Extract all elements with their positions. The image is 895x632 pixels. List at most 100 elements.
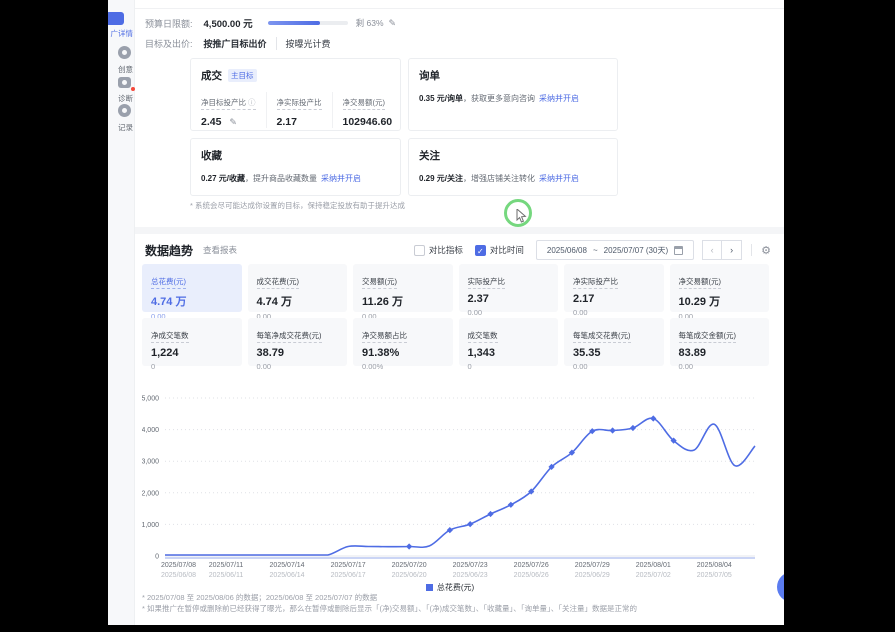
svg-text:2025/07/17: 2025/07/17 xyxy=(331,562,366,569)
metric-tiles: 总花费(元) 4.74 万 0.00 成交花费(元) 4.74 万 0.00 交… xyxy=(142,264,769,366)
metric-value: 2.17 xyxy=(277,116,322,128)
goal-card-deal: 成交 主目标 净目标投产比ⓘ 2.45 ✎ 净实际投产比 2.17 净交易额(元… xyxy=(190,58,401,131)
metric-tile-deal-spend[interactable]: 成交花费(元) 4.74 万 0.00 xyxy=(248,264,348,312)
budget-progress-fill xyxy=(268,21,321,25)
svg-text:2025/06/11: 2025/06/11 xyxy=(209,572,244,579)
metric-label: 净目标投产比ⓘ xyxy=(201,97,256,110)
svg-text:2025/06/23: 2025/06/23 xyxy=(453,572,488,579)
section-separator xyxy=(135,227,784,234)
goal-note: * 系统会尽可能达成你设置的目标，保持稳定投放有助于提升达成 xyxy=(190,200,405,211)
svg-text:2025/06/17: 2025/06/17 xyxy=(331,572,366,579)
legend-label: 总花费(元) xyxy=(437,582,474,593)
metric-tile-gmv[interactable]: 交易额(元) 11.26 万 0.00 xyxy=(353,264,453,312)
sidebar-item-label: 诊断 xyxy=(108,93,135,104)
trend-chart: 0 1,000 2,000 3,000 4,000 5,000 2025/07/08 2025… xyxy=(142,388,772,580)
budget-remaining: 剩 63% xyxy=(356,17,384,29)
edit-roi-icon[interactable]: ✎ xyxy=(229,117,237,127)
goal-card-title: 收藏 xyxy=(201,148,222,163)
info-icon[interactable]: ⓘ xyxy=(248,98,256,107)
controls-divider xyxy=(751,244,752,256)
compare-metric-checkbox[interactable] xyxy=(414,245,425,256)
bid-option-exposure[interactable]: 按曝光计费 xyxy=(276,37,331,50)
goal-metric: 净实际投产比 2.17 xyxy=(277,92,333,128)
view-report-link[interactable]: 查看报表 xyxy=(203,244,237,256)
svg-text:2025/07/05: 2025/07/05 xyxy=(697,572,732,579)
metric-label: 净实际投产比 xyxy=(277,97,322,110)
metric-tile-net-gmv[interactable]: 净交易额(元) 10.29 万 0.00 xyxy=(670,264,770,312)
svg-text:2025/07/26: 2025/07/26 xyxy=(514,562,549,569)
date-separator: ~ xyxy=(593,246,598,255)
svg-text:2025/07/23: 2025/07/23 xyxy=(453,562,488,569)
svg-text:0: 0 xyxy=(155,554,159,561)
metric-tile-net-orders[interactable]: 净成交笔数 1,224 0 xyxy=(142,318,242,366)
goal-card-title: 成交 xyxy=(201,68,222,83)
compare-metric-label: 对比指标 xyxy=(429,244,463,256)
goal-card-favorite: 收藏 0.27 元/收藏，提升商品收藏数量采纳并开启 xyxy=(190,138,401,196)
trend-header: 数据趋势 查看报表 对比指标 ✓ 对比时间 2025/06/08 ~ 2025/… xyxy=(145,240,771,260)
edit-budget-icon[interactable]: ✎ xyxy=(389,18,397,29)
svg-text:1,000: 1,000 xyxy=(142,522,159,529)
notification-dot xyxy=(131,87,135,91)
prev-period-button[interactable]: ‹ xyxy=(702,240,722,260)
chart-footnote-disclaimer: * 如果推广在暂停或删除前已经获得了曝光，那么在暂停或删除后显示「(净)交易额」… xyxy=(142,603,637,614)
date-end: 2025/07/07 (30天) xyxy=(604,245,669,256)
adopt-enable-link[interactable]: 采纳并开启 xyxy=(539,94,579,103)
svg-text:2025/06/14: 2025/06/14 xyxy=(270,572,305,579)
svg-text:5,000: 5,000 xyxy=(142,396,159,403)
next-period-button[interactable]: › xyxy=(722,240,742,260)
date-range-picker[interactable]: 2025/06/08 ~ 2025/07/07 (30天) xyxy=(536,240,694,260)
svg-text:2025/06/08: 2025/06/08 xyxy=(161,572,196,579)
goal-card-title: 关注 xyxy=(419,148,440,163)
metric-tile-net-cost-per-order[interactable]: 每笔净成交花费(元) 38.79 0.00 xyxy=(248,318,348,366)
bidding-row: 目标及出价: 按推广目标出价 按曝光计费 xyxy=(145,37,331,50)
metric-tile-orders[interactable]: 成交笔数 1,343 0 xyxy=(459,318,559,366)
promotion-details-icon xyxy=(108,12,124,25)
main-goal-badge: 主目标 xyxy=(228,69,257,82)
cursor-icon xyxy=(516,209,527,223)
svg-text:2025/07/08: 2025/07/08 xyxy=(161,562,196,569)
diagnosis-icon xyxy=(118,77,131,88)
goal-card-desc: 0.27 元/收藏，提升商品收藏数量采纳并开启 xyxy=(201,173,390,184)
svg-text:2025/07/29: 2025/07/29 xyxy=(575,562,610,569)
svg-text:2025/07/11: 2025/07/11 xyxy=(209,562,244,569)
svg-text:3,000: 3,000 xyxy=(142,459,159,466)
sidebar-item-diagnosis[interactable]: 诊断 xyxy=(108,75,135,104)
metric-tile-cost-per-order[interactable]: 每笔成交花费(元) 35.35 0.00 xyxy=(564,318,664,366)
svg-text:4,000: 4,000 xyxy=(142,427,159,434)
goal-card-desc: 0.35 元/询单，获取更多意向咨询采纳并开启 xyxy=(419,93,607,104)
goal-card-desc: 0.29 元/关注，增强店铺关注转化采纳并开启 xyxy=(419,173,607,184)
sidebar-item-label: 记录 xyxy=(108,122,135,133)
metric-tile-roi[interactable]: 实际投产比 2.37 0.00 xyxy=(459,264,559,312)
svg-text:2,000: 2,000 xyxy=(142,490,159,497)
metric-tile-net-roi[interactable]: 净实际投产比 2.17 0.00 xyxy=(564,264,664,312)
legend-swatch-icon xyxy=(426,584,433,591)
svg-text:2025/06/20: 2025/06/20 xyxy=(392,572,427,579)
adopt-enable-link[interactable]: 采纳并开启 xyxy=(539,174,579,183)
chart-footnote-range: * 2025/07/08 至 2025/08/06 的数据；2025/06/08… xyxy=(142,592,377,603)
budget-value: 4,500.00 元 xyxy=(204,16,253,30)
svg-text:2025/08/01: 2025/08/01 xyxy=(636,562,671,569)
budget-progress-bar xyxy=(268,21,348,25)
svg-text:2025/06/26: 2025/06/26 xyxy=(514,572,549,579)
metric-tile-amount-per-order[interactable]: 每笔成交金额(元) 83.89 0.00 xyxy=(670,318,770,366)
metric-tile-net-gmv-ratio[interactable]: 净交易额占比 91.38% 0.00% xyxy=(353,318,453,366)
compare-time-label: 对比时间 xyxy=(490,244,524,256)
screen: 广详情 创意 诊断 记录 预算日限额: 4,500.00 元 xyxy=(0,0,895,632)
goal-metric: 净目标投产比ⓘ 2.45 ✎ xyxy=(201,92,267,128)
goal-cards: 成交 主目标 净目标投产比ⓘ 2.45 ✎ 净实际投产比 2.17 净交易额(元… xyxy=(190,58,618,196)
sidebar-item-records[interactable]: 记录 xyxy=(108,104,135,133)
gear-icon[interactable]: ⚙ xyxy=(761,244,771,257)
trend-title: 数据趋势 xyxy=(145,242,193,259)
sidebar-item-creative[interactable]: 创意 xyxy=(108,46,135,75)
sidebar-item-details[interactable]: 广详情 xyxy=(108,12,135,39)
goal-card-inquiry: 询单 0.35 元/询单，获取更多意向咨询采纳并开启 xyxy=(408,58,618,131)
goal-card-follow: 关注 0.29 元/关注，增强店铺关注转化采纳并开启 xyxy=(408,138,618,196)
svg-text:2025/07/02: 2025/07/02 xyxy=(636,572,671,579)
svg-text:2025/07/20: 2025/07/20 xyxy=(392,562,427,569)
adopt-enable-link[interactable]: 采纳并开启 xyxy=(321,174,361,183)
floating-action-pill[interactable] xyxy=(777,572,784,602)
budget-label: 预算日限额: xyxy=(145,17,193,30)
metric-tile-total-spend[interactable]: 总花费(元) 4.74 万 0.00 xyxy=(142,264,242,312)
bid-option-goal[interactable]: 按推广目标出价 xyxy=(204,37,267,50)
compare-time-checkbox[interactable]: ✓ xyxy=(475,245,486,256)
